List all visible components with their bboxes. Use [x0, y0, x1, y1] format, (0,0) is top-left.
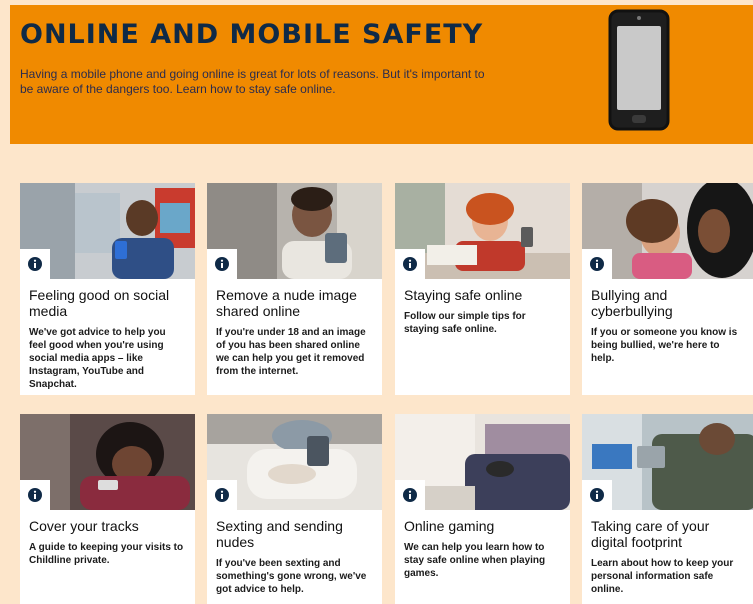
card-title: Sexting and sending nudes [216, 518, 343, 550]
card-title: Cover your tracks [29, 518, 139, 534]
card-title: Feeling good on social media [29, 287, 170, 319]
card-title: Taking care of your digital footprint [591, 518, 710, 550]
card-description: We can help you learn how to stay safe o… [404, 542, 546, 579]
mobile-phone-icon [608, 9, 670, 131]
card-image-game-controller [395, 414, 570, 510]
topic-card-staying-safe[interactable]: Staying safe online Follow our simple ti… [395, 183, 570, 395]
card-description: Follow our simple tips for staying safe … [404, 311, 526, 335]
banner-description: Having a mobile phone and going online i… [20, 67, 485, 96]
topic-card-bullying[interactable]: Bullying and cyberbullying If you or som… [582, 183, 753, 395]
info-icon [207, 249, 237, 279]
info-icon [20, 249, 50, 279]
card-image-person-with-tablet [582, 414, 753, 510]
card-image-girl-with-book-phone [395, 183, 570, 279]
card-title: Online gaming [404, 518, 495, 534]
card-title: Staying safe online [404, 287, 523, 303]
info-icon [395, 249, 425, 279]
card-description: If you're under 18 and an image of you h… [216, 327, 366, 377]
info-icon [582, 480, 612, 510]
card-image-girl-texting [20, 414, 195, 510]
info-icon [207, 480, 237, 510]
card-description: Learn about how to keep your personal in… [591, 558, 734, 595]
topic-card-cover-your-tracks[interactable]: Cover your tracks A guide to keeping you… [20, 414, 195, 604]
page-title: ONLINE AND MOBILE SAFETY [20, 19, 484, 50]
topic-card-digital-footprint[interactable]: Taking care of your digital footprint Le… [582, 414, 753, 604]
info-icon [20, 480, 50, 510]
card-description: If you or someone you know is being bull… [591, 327, 738, 364]
card-title: Bullying and cyberbullying [591, 287, 673, 319]
topic-card-remove-nude-image[interactable]: Remove a nude image shared online If you… [207, 183, 382, 395]
hero-banner: ONLINE AND MOBILE SAFETY Having a mobile… [10, 5, 753, 144]
card-description: If you've been sexting and something's g… [216, 558, 367, 595]
info-icon [395, 480, 425, 510]
card-image-person-lying-with-phone [207, 414, 382, 510]
card-image-teen-phone-smiling [20, 183, 195, 279]
card-image-teen-looking-at-phone [207, 183, 382, 279]
card-description: A guide to keeping your visits to Childl… [29, 542, 184, 566]
topic-card-online-gaming[interactable]: Online gaming We can help you learn how … [395, 414, 570, 604]
topic-card-social-media[interactable]: Feeling good on social media We've got a… [20, 183, 195, 395]
topic-card-sexting[interactable]: Sexting and sending nudes If you've been… [207, 414, 382, 604]
card-image-two-girls [582, 183, 753, 279]
info-icon [582, 249, 612, 279]
card-description: We've got advice to help you feel good w… [29, 327, 166, 390]
topic-grid: Feeling good on social media We've got a… [20, 183, 753, 604]
card-title: Remove a nude image shared online [216, 287, 357, 319]
